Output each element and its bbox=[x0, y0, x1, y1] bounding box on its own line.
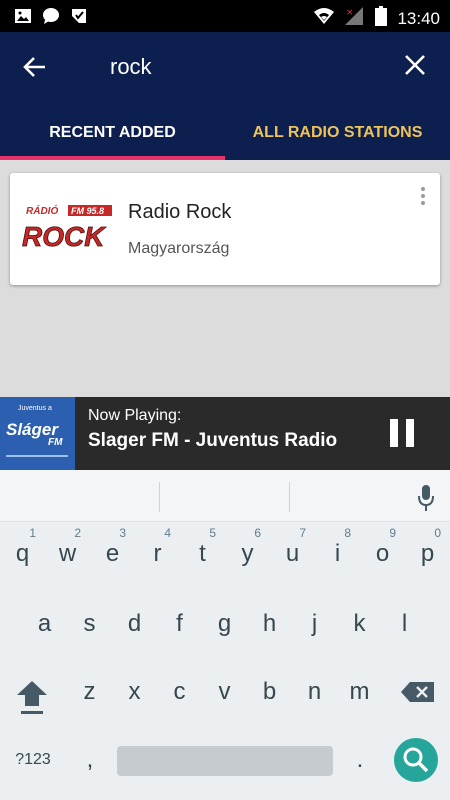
key-o[interactable]: 9o bbox=[365, 526, 400, 568]
station-logo: RÁDIÓ FM 95.8 ROCK bbox=[20, 203, 120, 253]
key-h[interactable]: h bbox=[252, 610, 287, 638]
key-label: w bbox=[58, 540, 77, 567]
key-l[interactable]: l bbox=[387, 610, 422, 638]
key-m[interactable]: m bbox=[342, 678, 377, 706]
list-item[interactable]: RÁDIÓ FM 95.8 ROCK Radio Rock Magyarorsz… bbox=[10, 173, 440, 285]
key-q[interactable]: 1q bbox=[5, 526, 40, 568]
tab-bar: RECENT ADDED ALL RADIO STATIONS bbox=[0, 107, 450, 160]
key-y[interactable]: 6y bbox=[230, 526, 265, 568]
key-hint: 8 bbox=[344, 526, 351, 540]
key-e[interactable]: 3e bbox=[95, 526, 130, 568]
key-c[interactable]: c bbox=[162, 678, 197, 706]
wifi-icon bbox=[313, 7, 335, 30]
key-label: o bbox=[375, 540, 390, 567]
status-time: 13:40 bbox=[397, 8, 440, 28]
key-b[interactable]: b bbox=[252, 678, 287, 706]
comma-key[interactable]: , bbox=[78, 746, 102, 774]
svg-text:Juventus a: Juventus a bbox=[18, 405, 52, 412]
close-icon bbox=[405, 55, 425, 75]
keyboard-row-3: zxcvbnm bbox=[0, 678, 450, 738]
backspace-icon bbox=[401, 682, 434, 702]
key-label: y bbox=[241, 540, 254, 567]
key-w[interactable]: 2w bbox=[50, 526, 85, 568]
shift-icon bbox=[17, 681, 47, 714]
key-hint: 6 bbox=[254, 526, 261, 540]
key-hint: 0 bbox=[434, 526, 441, 540]
key-r[interactable]: 4r bbox=[140, 526, 175, 568]
now-playing-artwork: Juventus a Sláger FM bbox=[0, 397, 75, 470]
now-playing-bar[interactable]: Juventus a Sláger FM Now Playing: Slager… bbox=[0, 397, 450, 470]
key-hint: 2 bbox=[74, 526, 81, 540]
backspace-key[interactable] bbox=[400, 680, 436, 704]
svg-text:ROCK: ROCK bbox=[22, 221, 106, 252]
station-country: Magyarország bbox=[128, 240, 230, 257]
task-icon bbox=[70, 7, 88, 25]
search-key[interactable] bbox=[394, 738, 438, 782]
svg-text:FM: FM bbox=[48, 437, 63, 448]
key-k[interactable]: k bbox=[342, 610, 377, 638]
clear-search-button[interactable] bbox=[402, 52, 428, 78]
key-g[interactable]: g bbox=[207, 610, 242, 638]
key-label: t bbox=[199, 540, 206, 567]
search-input[interactable]: rock bbox=[110, 54, 152, 80]
tab-recent-added[interactable]: RECENT ADDED bbox=[0, 107, 225, 160]
status-bar: × 13:40 bbox=[0, 0, 450, 32]
station-title: Radio Rock bbox=[128, 201, 232, 223]
key-label: q bbox=[15, 540, 30, 567]
svg-text:×: × bbox=[346, 8, 354, 18]
suggestion-bar bbox=[0, 470, 450, 522]
pause-icon bbox=[390, 419, 398, 447]
key-hint: 4 bbox=[164, 526, 171, 540]
key-i[interactable]: 8i bbox=[320, 526, 355, 568]
more-options-icon[interactable] bbox=[418, 187, 428, 209]
key-hint: 7 bbox=[299, 526, 306, 540]
gallery-icon bbox=[14, 7, 32, 25]
tab-all-radio-stations[interactable]: ALL RADIO STATIONS bbox=[225, 107, 450, 160]
key-label: r bbox=[153, 540, 162, 567]
key-hint: 5 bbox=[209, 526, 216, 540]
battery-icon bbox=[375, 6, 388, 31]
key-x[interactable]: x bbox=[117, 678, 152, 706]
svg-text:FM 95.8: FM 95.8 bbox=[71, 206, 104, 216]
arrow-left-icon bbox=[23, 57, 45, 77]
svg-text:RÁDIÓ: RÁDIÓ bbox=[26, 204, 58, 217]
key-t[interactable]: 5t bbox=[185, 526, 220, 568]
key-f[interactable]: f bbox=[162, 610, 197, 638]
spacebar-key[interactable] bbox=[117, 746, 333, 776]
key-v[interactable]: v bbox=[207, 678, 242, 706]
search-icon bbox=[403, 747, 429, 773]
key-hint: 3 bbox=[119, 526, 126, 540]
app-bar: rock RECENT ADDED ALL RADIO STATIONS bbox=[0, 32, 450, 160]
chat-icon bbox=[42, 7, 60, 25]
keyboard: 1q2w3e4r5t6y7u8i9o0p asdfghjkl zxcvbnm ?… bbox=[0, 470, 450, 800]
key-label: u bbox=[285, 540, 300, 567]
results-list: RÁDIÓ FM 95.8 ROCK Radio Rock Magyarorsz… bbox=[0, 160, 450, 397]
key-label: p bbox=[420, 540, 435, 567]
key-j[interactable]: j bbox=[297, 610, 332, 638]
signal-icon: × bbox=[345, 7, 365, 30]
shift-key[interactable] bbox=[14, 678, 50, 718]
period-key[interactable]: . bbox=[348, 746, 372, 774]
key-p[interactable]: 0p bbox=[410, 526, 445, 568]
key-hint: 1 bbox=[29, 526, 36, 540]
pause-button[interactable] bbox=[390, 419, 414, 447]
keyboard-row-2: asdfghjkl bbox=[0, 610, 450, 670]
back-button[interactable] bbox=[20, 52, 50, 82]
key-n[interactable]: n bbox=[297, 678, 332, 706]
key-hint: 9 bbox=[389, 526, 396, 540]
now-playing-title: Slager FM - Juventus Radio bbox=[88, 430, 338, 451]
key-s[interactable]: s bbox=[72, 610, 107, 638]
key-z[interactable]: z bbox=[72, 678, 107, 706]
key-label: e bbox=[105, 540, 120, 567]
key-a[interactable]: a bbox=[27, 610, 62, 638]
key-label: i bbox=[334, 540, 341, 567]
symbols-key[interactable]: ?123 bbox=[8, 751, 58, 769]
now-playing-label: Now Playing: bbox=[88, 407, 182, 424]
mic-icon[interactable] bbox=[417, 484, 435, 512]
key-u[interactable]: 7u bbox=[275, 526, 310, 568]
keyboard-row-1: 1q2w3e4r5t6y7u8i9o0p bbox=[0, 526, 450, 600]
key-d[interactable]: d bbox=[117, 610, 152, 638]
